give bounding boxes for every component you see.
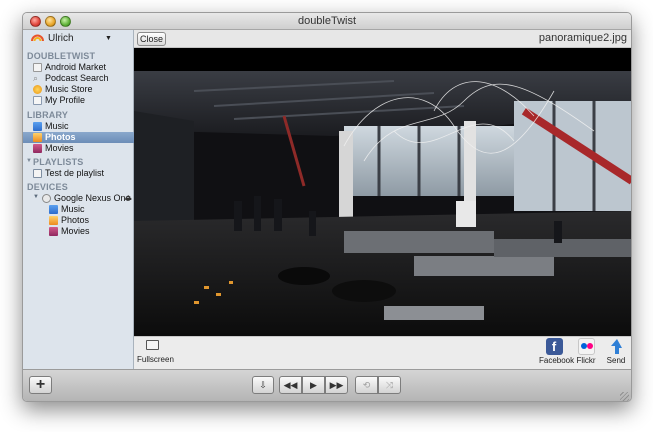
sidebar-item-photos[interactable]: Photos (23, 132, 134, 143)
play-icon: ▶ (310, 380, 317, 390)
sidebar-item-music[interactable]: Music (23, 121, 134, 132)
sidebar-item-label: Movies (61, 226, 90, 236)
profile-icon (33, 96, 42, 105)
disclosure-triangle-icon[interactable]: ▼ (26, 158, 32, 164)
fullscreen-button[interactable]: Fullscreen (134, 337, 174, 370)
chevron-down-icon: ▼ (105, 35, 112, 42)
share-label: Send (606, 356, 626, 365)
import-button[interactable]: ⇩ (252, 376, 274, 394)
eject-icon[interactable]: ⏏ (124, 193, 132, 202)
shuffle-icon: ⤨ (385, 380, 394, 390)
next-button[interactable]: ▶▶ (325, 376, 348, 394)
sidebar-item-label: Music (61, 204, 85, 214)
music-store-icon (33, 85, 42, 94)
fast-forward-icon: ▶▶ (329, 380, 344, 390)
import-icon: ⇩ (259, 380, 267, 390)
bottom-toolbar: + ⇩ ◀◀ ▶ ▶▶ ⟲ ⤨ (23, 369, 631, 401)
facebook-icon: f (545, 338, 563, 355)
rewind-icon: ◀◀ (283, 380, 298, 390)
photos-icon (33, 133, 42, 142)
sidebar-item-podcast-search[interactable]: ⌕ Podcast Search (23, 73, 134, 84)
sidebar-item-device-movies[interactable]: Movies (23, 226, 134, 237)
fullscreen-icon (146, 340, 159, 350)
sidebar-item-music-store[interactable]: Music Store (23, 84, 134, 95)
share-send-button[interactable]: Send (601, 338, 631, 368)
podcast-search-icon: ⌕ (33, 73, 39, 83)
title-bar: doubleTwist (23, 13, 631, 30)
sidebar-item-label: Photos (45, 132, 76, 142)
movies-icon (33, 144, 42, 153)
send-icon (610, 339, 622, 354)
share-facebook-button[interactable]: f Facebook (539, 338, 575, 368)
sidebar-item-device-photos[interactable]: Photos (23, 215, 134, 226)
sidebar-item-test-de-playlist[interactable]: Test de playlist (23, 168, 134, 179)
action-bar: Fullscreen f Facebook Flickr Send (134, 336, 631, 369)
user-name: Ulrich (48, 33, 74, 44)
sidebar-item-movies[interactable]: Movies (23, 143, 134, 154)
shuffle-button[interactable]: ⤨ (378, 376, 401, 394)
flickr-icon (577, 338, 595, 355)
sidebar-item-label: Music (45, 121, 69, 131)
disclosure-triangle-icon[interactable]: ▼ (33, 194, 39, 200)
sidebar-item-label: Music Store (45, 84, 93, 94)
file-name: panoramique2.jpg (538, 32, 627, 44)
sidebar-item-android-market[interactable]: Android Market (23, 62, 134, 73)
sidebar-item-label: My Profile (45, 95, 86, 105)
sidebar-item-label: Test de playlist (45, 168, 105, 178)
photo-viewer (134, 48, 631, 336)
section-heading-library: LIBRARY (27, 110, 69, 120)
section-heading-doubletwist: DOUBLETWIST (27, 51, 96, 61)
playlist-icon (33, 169, 42, 178)
sidebar: Ulrich ▼ DOUBLETWIST Android Market ⌕ Po… (23, 30, 134, 369)
section-heading-playlists: PLAYLISTS (33, 157, 84, 167)
sidebar-item-label: Android Market (45, 62, 107, 72)
sidebar-item-device-music[interactable]: Music (23, 204, 134, 215)
sidebar-item-label: Google Nexus One (54, 193, 131, 203)
sidebar-item-my-profile[interactable]: My Profile (23, 95, 134, 106)
sidebar-item-label: Movies (45, 143, 74, 153)
share-label: Flickr (576, 356, 596, 365)
photos-icon (49, 216, 58, 225)
sidebar-item-google-nexus-one[interactable]: ▼ Google Nexus One ⏏ (23, 193, 134, 204)
viewer-toolbar: Close panoramique2.jpg (134, 30, 631, 48)
window-title: doubleTwist (297, 15, 357, 27)
share-label: Facebook (539, 356, 575, 365)
add-button[interactable]: + (29, 376, 52, 394)
share-flickr-button[interactable]: Flickr (571, 338, 601, 368)
music-icon (33, 122, 42, 131)
sidebar-item-label: Photos (61, 215, 90, 225)
music-icon (49, 205, 58, 214)
previous-button[interactable]: ◀◀ (279, 376, 302, 394)
repeat-button[interactable]: ⟲ (355, 376, 378, 394)
close-button[interactable]: Close (137, 32, 166, 46)
panorama-photo (134, 71, 631, 336)
sidebar-item-label: Podcast Search (45, 73, 109, 83)
user-menu[interactable]: Ulrich ▼ (23, 30, 134, 48)
section-heading-devices: DEVICES (27, 182, 68, 192)
movies-icon (49, 227, 58, 236)
repeat-icon: ⟲ (362, 380, 371, 390)
app-window: doubleTwist Ulrich ▼ DOUBLETWIST Android… (22, 12, 632, 402)
fullscreen-label: Fullscreen (137, 355, 174, 364)
doubletwist-logo-icon (31, 34, 44, 42)
play-button[interactable]: ▶ (302, 376, 325, 394)
android-market-icon (33, 63, 42, 72)
device-icon (42, 194, 51, 203)
resize-grip[interactable] (620, 392, 629, 401)
